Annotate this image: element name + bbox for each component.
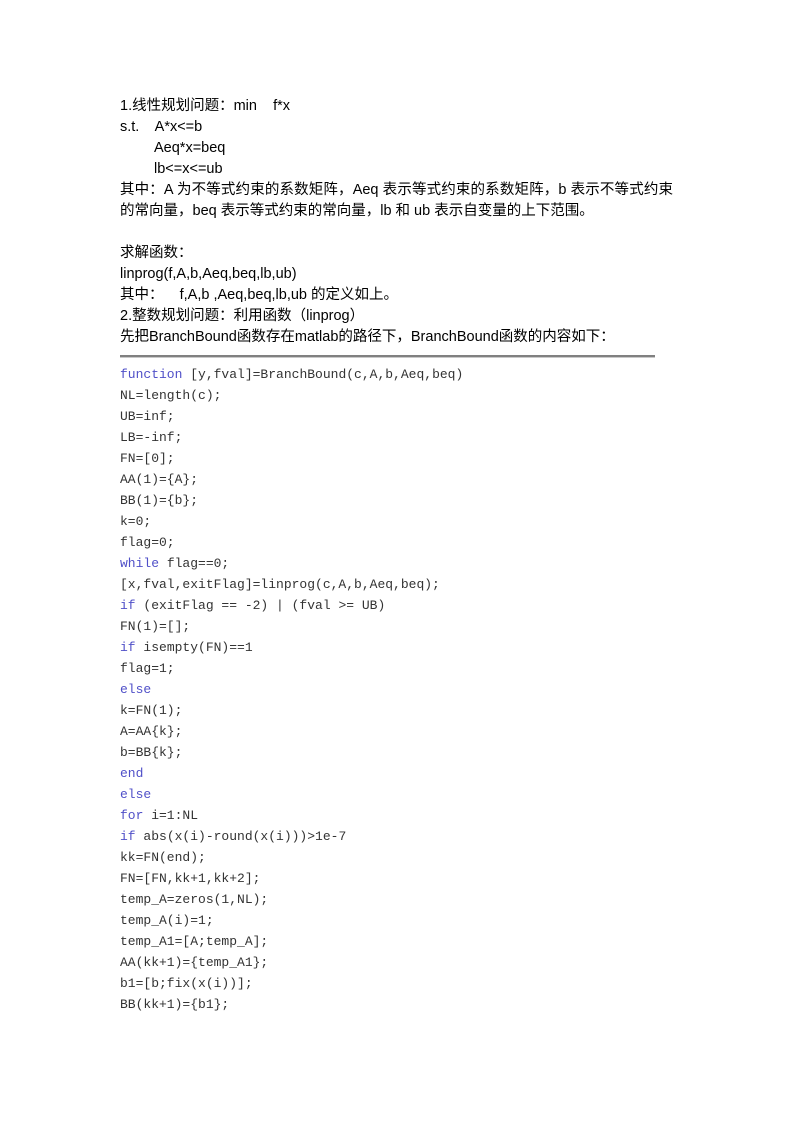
code-text: AA(1)={A}; xyxy=(120,472,199,487)
code-line: FN=[0]; xyxy=(120,448,673,469)
code-text: temp_A1=[A;temp_A]; xyxy=(120,934,269,949)
code-text: AA(kk+1)={temp_A1}; xyxy=(120,955,269,970)
code-text: temp_A=zeros(1,NL); xyxy=(120,892,269,907)
code-line: b=BB{k}; xyxy=(120,742,673,763)
code-keyword: if xyxy=(120,598,136,613)
code-line: BB(kk+1)={b1}; xyxy=(120,994,673,1015)
code-text: abs(x(i)-round(x(i)))>1e-7 xyxy=(135,829,347,844)
code-keyword: while xyxy=(120,556,160,571)
code-text: isempty(FN)==1 xyxy=(135,640,253,655)
prose-blank-line xyxy=(120,222,673,243)
document-page: 1.线性规划问题：min f*x s.t. A*x<=b Aeq*x=beq l… xyxy=(0,0,793,1122)
code-line: k=FN(1); xyxy=(120,700,673,721)
code-line: k=0; xyxy=(120,511,673,532)
code-text: BB(kk+1)={b1}; xyxy=(120,997,230,1012)
code-keyword: if xyxy=(120,829,136,844)
code-line: function [y,fval]=BranchBound(c,A,b,Aeq,… xyxy=(120,364,673,385)
code-text: FN=[FN,kk+1,kk+2]; xyxy=(120,871,261,886)
code-line: BB(1)={b}; xyxy=(120,490,673,511)
code-text: UB=inf; xyxy=(120,409,175,424)
prose-line-linprog-note: 其中： f,A,b ,Aeq,beq,lb,ub 的定义如上。 xyxy=(120,287,399,303)
code-line: temp_A(i)=1; xyxy=(120,910,673,931)
code-line: else xyxy=(120,679,673,700)
prose-paragraph-definitions: 其中：A 为不等式约束的系数矩阵，Aeq 表示等式约束的系数矩阵，b 表示不等式… xyxy=(120,182,673,219)
prose-line-solver-heading: 求解函数： xyxy=(120,245,193,261)
code-text: b=BB{k}; xyxy=(120,745,183,760)
code-line: [x,fval,exitFlag]=linprog(c,A,b,Aeq,beq)… xyxy=(120,574,673,595)
code-line: UB=inf; xyxy=(120,406,673,427)
code-line: flag=0; xyxy=(120,532,673,553)
code-line: if (exitFlag == -2) | (fval >= UB) xyxy=(120,595,673,616)
code-text: [y,fval]=BranchBound(c,A,b,Aeq,beq) xyxy=(182,367,464,382)
code-text: (exitFlag == -2) | (fval >= UB) xyxy=(135,598,386,613)
code-text: flag=0; xyxy=(120,535,175,550)
code-line: AA(1)={A}; xyxy=(120,469,673,490)
code-line: FN=[FN,kk+1,kk+2]; xyxy=(120,868,673,889)
section-divider xyxy=(120,355,655,358)
code-text: A=AA{k}; xyxy=(120,724,183,739)
code-text: kk=FN(end); xyxy=(120,850,206,865)
code-text: k=0; xyxy=(120,514,152,529)
code-keyword: for xyxy=(120,808,144,823)
code-line: while flag==0; xyxy=(120,553,673,574)
code-keyword: if xyxy=(120,640,136,655)
prose-line-4: lb<=x<=ub xyxy=(154,161,223,177)
prose-line-3: Aeq*x=beq xyxy=(154,140,226,156)
code-line: if isempty(FN)==1 xyxy=(120,637,673,658)
code-text: flag==0; xyxy=(159,556,230,571)
code-line: for i=1:NL xyxy=(120,805,673,826)
code-keyword: function xyxy=(120,367,183,382)
code-line: temp_A=zeros(1,NL); xyxy=(120,889,673,910)
prose-line-linprog-signature: linprog(f,A,b,Aeq,beq,lb,ub) xyxy=(120,266,297,282)
code-line: kk=FN(end); xyxy=(120,847,673,868)
code-line: b1=[b;fix(x(i))]; xyxy=(120,973,673,994)
code-text: LB=-inf; xyxy=(120,430,183,445)
code-line: end xyxy=(120,763,673,784)
code-line: if abs(x(i)-round(x(i)))>1e-7 xyxy=(120,826,673,847)
code-line: flag=1; xyxy=(120,658,673,679)
prose-line-1: 1.线性规划问题：min f*x xyxy=(120,98,290,114)
code-keyword: else xyxy=(120,787,152,802)
code-text: FN=[0]; xyxy=(120,451,175,466)
section-divider-wrap xyxy=(120,348,673,364)
code-line: temp_A1=[A;temp_A]; xyxy=(120,931,673,952)
code-text: k=FN(1); xyxy=(120,703,183,718)
code-keyword: else xyxy=(120,682,152,697)
code-block: function [y,fval]=BranchBound(c,A,b,Aeq,… xyxy=(120,364,673,1015)
code-line: NL=length(c); xyxy=(120,385,673,406)
code-text: flag=1; xyxy=(120,661,175,676)
code-line: A=AA{k}; xyxy=(120,721,673,742)
code-text: i=1:NL xyxy=(143,808,199,823)
code-line: AA(kk+1)={temp_A1}; xyxy=(120,952,673,973)
code-line: LB=-inf; xyxy=(120,427,673,448)
prose-line-branchbound-note: 先把BranchBound函数存在matlab的路径下，BranchBound函… xyxy=(120,329,615,345)
code-keyword: end xyxy=(120,766,144,781)
code-line: else xyxy=(120,784,673,805)
code-text: BB(1)={b}; xyxy=(120,493,199,508)
prose-line-integer-heading: 2.整数规划问题：利用函数（linprog） xyxy=(120,308,365,324)
prose-block: 1.线性规划问题：min f*x s.t. A*x<=b Aeq*x=beq l… xyxy=(120,96,673,348)
code-line: FN(1)=[]; xyxy=(120,616,673,637)
code-text: FN(1)=[]; xyxy=(120,619,191,634)
code-text: b1=[b;fix(x(i))]; xyxy=(120,976,253,991)
prose-line-2: s.t. A*x<=b xyxy=(120,119,203,135)
code-text: NL=length(c); xyxy=(120,388,222,403)
code-text: [x,fval,exitFlag]=linprog(c,A,b,Aeq,beq)… xyxy=(120,577,440,592)
code-text: temp_A(i)=1; xyxy=(120,913,214,928)
